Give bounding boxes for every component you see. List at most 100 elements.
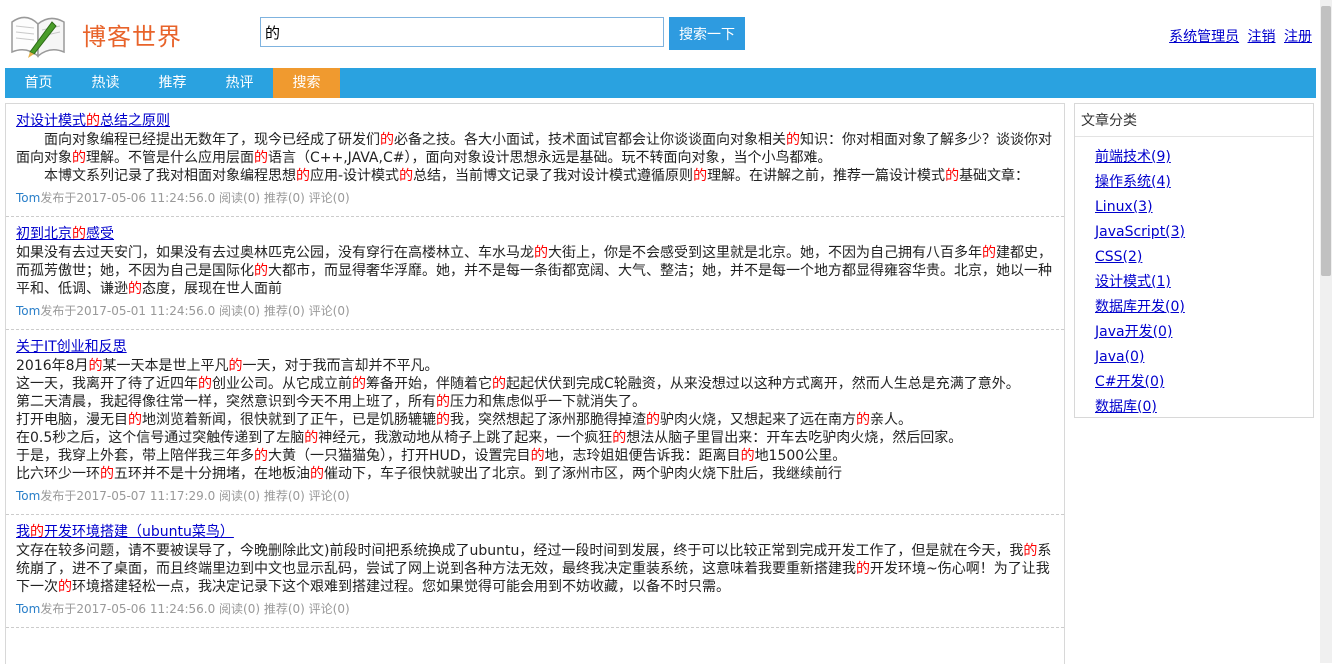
nav-tab-hot-comments[interactable]: 热评 [206, 68, 273, 98]
author-name[interactable]: Tom [16, 304, 40, 318]
article-title-link[interactable]: 对设计模式的总结之原则 [16, 111, 170, 131]
keyword-highlight: 的 [254, 263, 268, 279]
article-item: 对设计模式的总结之原则 面向对象编程已经提出无数年了，现今已经成了研发们的必备之技… [6, 104, 1064, 217]
article-meta: Tom发布于2017-05-07 11:17:29.0 阅读(0) 推荐(0) … [16, 486, 1054, 506]
site-title[interactable]: 博客世界 [82, 17, 182, 52]
keyword-highlight: 的 [982, 245, 996, 261]
category-link[interactable]: 操作系统(4) [1095, 174, 1171, 190]
author-name[interactable]: Tom [16, 191, 40, 205]
user-links: 系统管理员 注销 注册 [1165, 26, 1312, 46]
article-title-link[interactable]: 初到北京的感受 [16, 224, 114, 244]
keyword-highlight: 的 [88, 358, 103, 374]
summary-paragraph: 本博文系列记录了我对相面对象编程思想的应用-设计模式的总结，当前博文记录了我对设… [44, 168, 1030, 184]
category-item: CSS(2) [1095, 245, 1313, 270]
keyword-highlight: 的 [492, 376, 506, 392]
category-link[interactable]: 前端技术(9) [1095, 149, 1171, 165]
keyword-highlight: 的 [304, 430, 319, 446]
article-meta: Tom发布于2017-05-06 11:24:56.0 阅读(0) 推荐(0) … [16, 188, 1054, 208]
keyword-highlight: 的 [128, 281, 142, 297]
category-link[interactable]: Java开发(0) [1095, 324, 1172, 340]
nav-tab-search[interactable]: 搜索 [273, 68, 340, 98]
keyword-highlight: 的 [352, 376, 366, 392]
nav-tab-hot-read[interactable]: 热读 [72, 68, 139, 98]
search-button[interactable]: 搜索一下 [669, 17, 745, 50]
keyword-highlight: 的 [786, 132, 800, 148]
category-link[interactable]: 设计模式(1) [1095, 274, 1171, 290]
category-sidebar: 文章分类 前端技术(9) 操作系统(4) Linux(3) JavaScript(3)… [1074, 103, 1314, 418]
keyword-highlight: 的 [198, 376, 212, 392]
keyword-highlight: 的 [310, 466, 324, 482]
keyword-highlight: 的 [296, 168, 310, 184]
author-name[interactable]: Tom [16, 489, 40, 503]
main-nav: 首页 热读 推荐 热评 搜索 [5, 68, 1316, 98]
scrollbar-thumb[interactable] [1321, 6, 1331, 276]
summary-paragraph: 于是，我穿上外套，带上陪伴我三年多的大黄（一只猫猫兔），打开HUD，设置完目的地… [16, 448, 847, 464]
summary-paragraph: 这一天，我离开了待了近四年的创业公司。从它成立前的筹备开始，伴随着它的起起伏伏到… [16, 376, 1020, 392]
article-summary: 2016年8月的某一天本是世上平凡的一天，对于我而言却并不平凡。这一天，我离开了… [16, 357, 1054, 483]
keyword-highlight: 的 [530, 448, 545, 464]
keyword-highlight: 的 [740, 448, 755, 464]
page-scrollbar[interactable] [1320, 0, 1332, 663]
category-item: JavaScript(3) [1095, 220, 1313, 245]
article-item: 关于IT创业和反思 2016年8月的某一天本是世上平凡的一天，对于我而言却并不平凡… [6, 330, 1064, 515]
keyword-highlight: 的 [693, 168, 708, 184]
summary-paragraph: 2016年8月的某一天本是世上平凡的一天，对于我而言却并不平凡。 [16, 358, 439, 374]
article-summary: 如果没有去过天安门，如果没有去过奥林匹克公园，没有穿行在高楼林立、车水马龙的大街… [16, 244, 1054, 298]
nav-tab-recommended[interactable]: 推荐 [139, 68, 206, 98]
register-link[interactable]: 注册 [1284, 29, 1312, 45]
keyword-highlight: 的 [534, 245, 548, 261]
site-header: 博客世界 搜索一下 系统管理员 注销 注册 [0, 0, 1332, 68]
keyword-highlight: 的 [228, 358, 243, 374]
article-summary: 面向对象编程已经提出无数年了，现今已经成了研发们的必备之技。各大小面试，技术面试… [16, 131, 1054, 185]
sidebar-title: 文章分类 [1075, 104, 1313, 137]
category-item: 数据库(0) [1095, 395, 1313, 420]
keyword-highlight: 的 [945, 168, 960, 184]
category-item: Java开发(0) [1095, 320, 1313, 345]
nav-tab-home[interactable]: 首页 [5, 68, 72, 98]
keyword-highlight: 的 [72, 226, 86, 242]
category-item: Linux(3) [1095, 195, 1313, 220]
keyword-highlight: 的 [399, 168, 414, 184]
category-link[interactable]: JavaScript(3) [1095, 224, 1185, 240]
category-link[interactable]: 数据库开发(0) [1095, 299, 1185, 315]
category-list: 前端技术(9) 操作系统(4) Linux(3) JavaScript(3) CSS(2… [1075, 145, 1313, 420]
keyword-highlight: 的 [100, 466, 114, 482]
keyword-highlight: 的 [128, 412, 142, 428]
keyword-highlight: 的 [856, 412, 870, 428]
article-title-link[interactable]: 我的开发环境搭建（ubuntu菜鸟） [16, 522, 234, 542]
keyword-highlight: 的 [380, 132, 394, 148]
article-summary: 文存在较多问题，请不要被误导了，今晚删除此文)前段时间把系统换成了ubuntu，… [16, 542, 1054, 596]
category-link[interactable]: Java(0) [1095, 349, 1144, 365]
category-item: 操作系统(4) [1095, 170, 1313, 195]
author-name[interactable]: Tom [16, 602, 40, 616]
summary-paragraph: 面向对象编程已经提出无数年了，现今已经成了研发们的必备之技。各大小面试，技术面试… [16, 132, 1052, 166]
article-stats: 发布于2017-05-06 11:24:56.0 阅读(0) 推荐(0) 评论(… [40, 191, 350, 205]
logout-link[interactable]: 注销 [1248, 29, 1276, 45]
article-stats: 发布于2017-05-01 11:24:56.0 阅读(0) 推荐(0) 评论(… [40, 304, 350, 318]
keyword-highlight: 的 [1023, 543, 1038, 559]
category-item: C#开发(0) [1095, 370, 1313, 395]
keyword-highlight: 的 [856, 561, 870, 577]
category-link[interactable]: 数据库(0) [1095, 399, 1157, 415]
keyword-highlight: 的 [86, 113, 100, 129]
keyword-highlight: 的 [254, 448, 268, 464]
category-item: 前端技术(9) [1095, 145, 1313, 170]
category-link[interactable]: CSS(2) [1095, 249, 1142, 265]
summary-paragraph: 如果没有去过天安门，如果没有去过奥林匹克公园，没有穿行在高楼林立、车水马龙的大街… [16, 245, 1052, 297]
keyword-highlight: 的 [72, 150, 86, 166]
summary-paragraph: 在0.5秒之后，这个信号通过突触传递到了左脑的神经元，我激动地从椅子上跳了起来，… [16, 430, 963, 446]
article-stats: 发布于2017-05-07 11:17:29.0 阅读(0) 推荐(0) 评论(… [40, 489, 350, 503]
admin-link[interactable]: 系统管理员 [1169, 29, 1239, 45]
keyword-highlight: 的 [254, 150, 268, 166]
keyword-highlight: 的 [30, 524, 44, 540]
book-pen-logo-icon[interactable] [8, 8, 68, 60]
article-meta: Tom发布于2017-05-01 11:24:56.0 阅读(0) 推荐(0) … [16, 301, 1054, 321]
article-title-link[interactable]: 关于IT创业和反思 [16, 337, 127, 357]
summary-paragraph: 第二天清晨，我起得像往常一样，突然意识到今天不用上班了，所有的压力和焦虑似乎一下… [16, 394, 646, 410]
category-link[interactable]: Linux(3) [1095, 199, 1153, 215]
keyword-highlight: 的 [646, 412, 660, 428]
keyword-highlight: 的 [436, 394, 450, 410]
category-item: 数据库开发(0) [1095, 295, 1313, 320]
search-input[interactable] [260, 17, 664, 47]
category-link[interactable]: C#开发(0) [1095, 374, 1164, 390]
